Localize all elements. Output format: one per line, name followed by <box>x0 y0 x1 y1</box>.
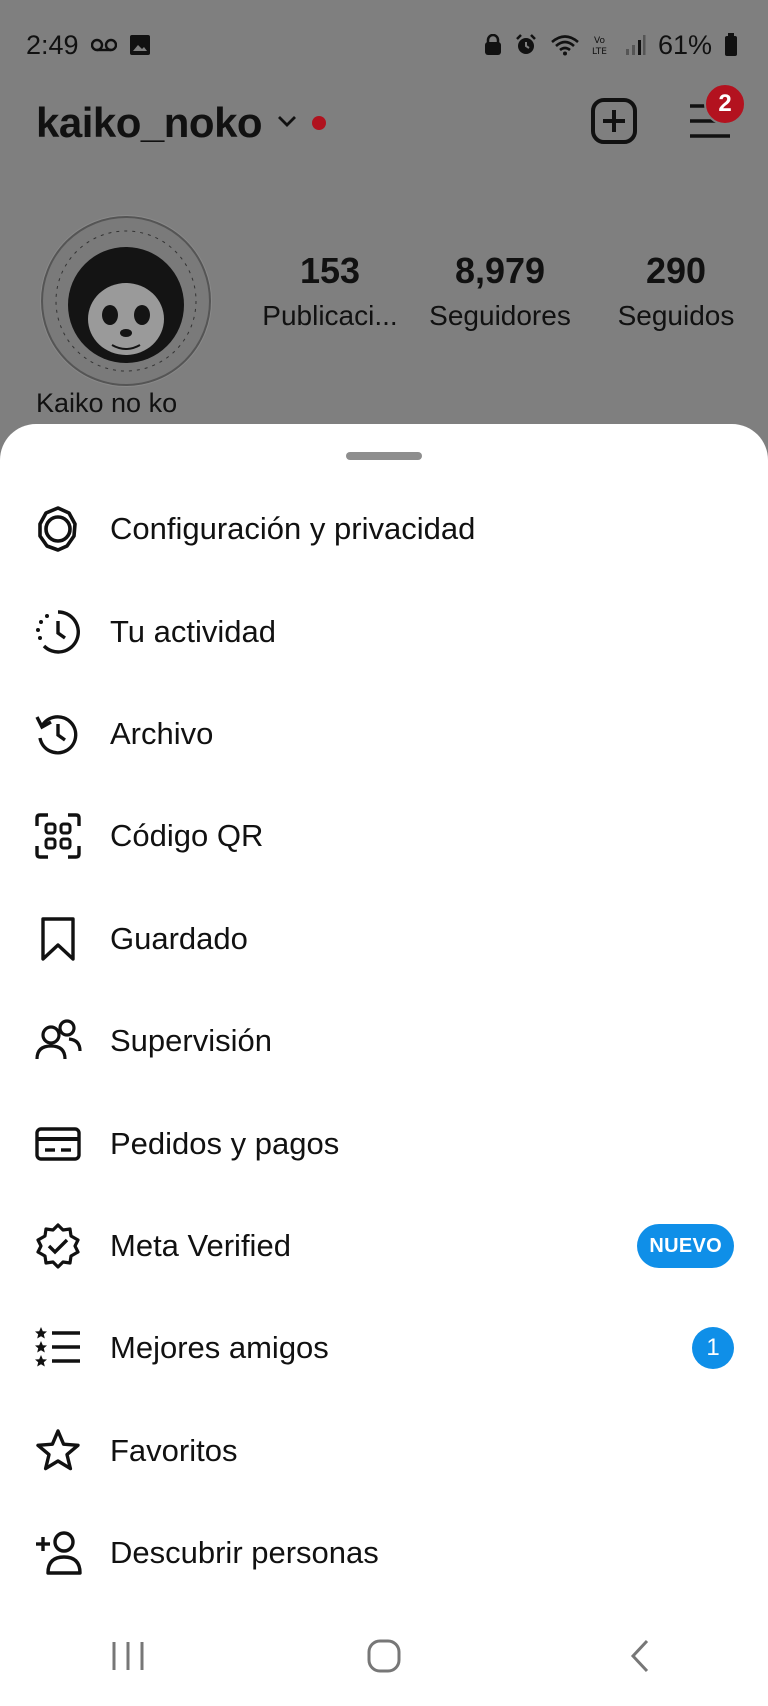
alarm-icon <box>514 33 538 57</box>
menu-item-label: Favoritos <box>110 1432 238 1468</box>
close-friends-list-icon <box>32 1322 84 1374</box>
supervision-people-icon <box>32 1015 84 1067</box>
menu-item-settings[interactable]: Configuración y privacidad <box>0 478 768 580</box>
profile-stats: 153 Publicaci... 8,979 Seguidores 290 Se… <box>255 250 741 332</box>
status-bar: 2:49 Vo LTE 61% <box>0 0 768 90</box>
qr-code-icon <box>32 810 84 862</box>
sheet-drag-handle[interactable] <box>346 452 422 460</box>
gallery-icon <box>129 34 151 56</box>
stat-following[interactable]: 290 Seguidos <box>611 250 741 332</box>
menu-item-supervision[interactable]: Supervisión <box>0 990 768 1092</box>
menu-item-label: Archivo <box>110 715 214 751</box>
svg-text:Vo: Vo <box>594 36 605 46</box>
chevron-down-icon[interactable] <box>276 114 298 133</box>
menu-hamburger-icon[interactable]: 2 <box>688 82 746 146</box>
unread-dot <box>312 116 327 130</box>
menu-item-saved[interactable]: Guardado <box>0 888 768 990</box>
header-actions: 2 <box>590 82 746 150</box>
star-icon <box>32 1425 84 1477</box>
wifi-icon <box>550 34 580 56</box>
stat-value: 153 <box>299 250 361 291</box>
recent-apps-icon[interactable] <box>88 1626 168 1686</box>
stat-label: Publicaci... <box>262 300 398 331</box>
menu-item-orders-payments[interactable]: Pedidos y pagos <box>0 1092 768 1194</box>
menu-list: Configuración y privacidad Tu actividad … <box>0 478 768 1604</box>
menu-item-label: Configuración y privacidad <box>110 511 476 547</box>
menu-item-label: Descubrir personas <box>110 1535 379 1571</box>
lock-icon <box>484 34 502 56</box>
svg-text:LTE: LTE <box>592 47 607 57</box>
verified-badge-icon <box>32 1220 84 1272</box>
status-right: Vo LTE 61% <box>484 30 738 61</box>
volte-icon: Vo LTE <box>592 33 612 57</box>
signal-icon <box>624 34 646 56</box>
home-icon[interactable] <box>344 1626 424 1686</box>
display-name: Kaiko no ko <box>36 388 178 418</box>
activity-clock-icon <box>32 606 84 658</box>
menu-item-qr-code[interactable]: Código QR <box>0 785 768 887</box>
stat-followers[interactable]: 8,979 Seguidores <box>425 250 575 332</box>
settings-gear-icon <box>32 503 84 555</box>
menu-item-close-friends[interactable]: Mejores amigos 1 <box>0 1297 768 1399</box>
stat-posts[interactable]: 153 Publicaci... <box>255 250 405 332</box>
options-bottom-sheet: Configuración y privacidad Tu actividad … <box>0 424 768 1706</box>
new-badge: NUEVO <box>637 1223 734 1268</box>
menu-item-favorites[interactable]: Favoritos <box>0 1400 768 1502</box>
menu-item-label: Guardado <box>110 920 248 956</box>
menu-item-label: Supervisión <box>110 1023 272 1059</box>
add-person-icon <box>32 1527 84 1579</box>
menu-item-label: Código QR <box>110 818 264 854</box>
bookmark-icon <box>32 913 84 965</box>
menu-item-label: Mejores amigos <box>110 1330 329 1366</box>
archive-history-icon <box>32 708 84 760</box>
username[interactable]: kaiko_noko <box>36 99 263 147</box>
battery-icon <box>724 33 738 57</box>
system-nav-bar <box>0 1606 768 1706</box>
profile-header: kaiko_noko 2 <box>0 82 768 158</box>
menu-item-archive[interactable]: Archivo <box>0 683 768 785</box>
battery-percent: 61% <box>657 29 712 60</box>
avatar[interactable] <box>40 215 212 387</box>
status-left: 2:49 <box>26 30 151 61</box>
credit-card-icon <box>32 1118 84 1170</box>
menu-item-meta-verified[interactable]: Meta Verified NUEVO <box>0 1195 768 1297</box>
stat-label: Seguidores <box>429 300 571 331</box>
stat-value: 8,979 <box>454 250 546 291</box>
create-post-icon[interactable] <box>590 97 638 150</box>
menu-item-activity[interactable]: Tu actividad <box>0 580 768 682</box>
count-badge: 1 <box>692 1327 734 1370</box>
voicemail-icon <box>90 38 117 52</box>
back-icon[interactable] <box>600 1626 680 1686</box>
stat-label: Seguidos <box>617 300 735 331</box>
menu-item-label: Pedidos y pagos <box>110 1125 340 1161</box>
status-time: 2:49 <box>26 29 79 60</box>
menu-item-label: Tu actividad <box>110 613 276 649</box>
menu-item-label: Meta Verified <box>110 1227 291 1263</box>
stat-value: 290 <box>645 250 707 291</box>
notification-badge: 2 <box>704 82 746 125</box>
menu-item-discover-people[interactable]: Descubrir personas <box>0 1502 768 1604</box>
